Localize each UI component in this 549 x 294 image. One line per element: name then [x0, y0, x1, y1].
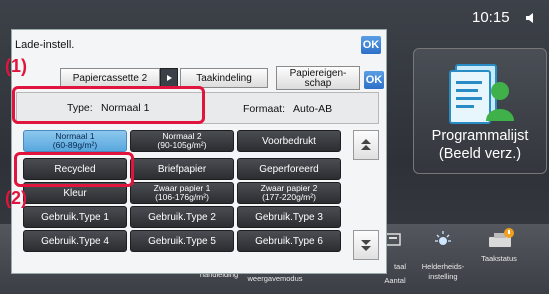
program-list-label: Programmalijst (Beeld verz.)	[431, 128, 529, 162]
format-label: Formaat:	[243, 103, 286, 115]
job-status-label[interactable]: Taakstatus	[474, 254, 524, 264]
dialog-ok-button[interactable]: OK	[361, 36, 381, 54]
job-status-icon[interactable]	[486, 228, 516, 250]
clock: 10:15	[472, 9, 510, 26]
paper-type-button[interactable]: Zwaar papier 1 (106-176g/m²)	[130, 182, 234, 204]
dialog-title: Lade-instell.	[15, 39, 75, 51]
screen: 10:15 handleiding weergavemodus taal Aan…	[0, 0, 549, 294]
tab-job-assignment[interactable]: Taakindeling	[180, 68, 268, 88]
callout-2-box	[14, 152, 134, 187]
paper-type-button[interactable]: Normaal 1 (60-89g/m²)	[23, 130, 127, 152]
paper-type-button[interactable]: Gebruik.Type 1	[23, 206, 127, 228]
scroll-up-button[interactable]	[353, 130, 379, 160]
double-chevron-up-icon	[361, 139, 371, 150]
double-chevron-down-icon	[361, 240, 371, 251]
callout-1-number: (1)	[5, 56, 27, 76]
paper-type-button[interactable]: Gebruik.Type 2	[130, 206, 234, 228]
count-label: Aantal	[384, 276, 406, 285]
paper-type-button[interactable]: Gebruik.Type 4	[23, 230, 127, 252]
paper-properties-ok-button[interactable]: OK	[364, 71, 384, 89]
brightness-label[interactable]: Helderheids- instelling	[416, 262, 470, 282]
speaker-icon	[526, 13, 533, 23]
callout-2-number: (2)	[5, 188, 27, 208]
scroll-down-button[interactable]	[353, 230, 379, 260]
paper-type-button[interactable]: Voorbedrukt	[237, 130, 341, 152]
format-value: Auto-AB	[293, 103, 333, 115]
callout-1-box	[12, 86, 205, 124]
brightness-icon[interactable]	[432, 228, 454, 250]
tray-next-button[interactable]	[160, 68, 178, 88]
paper-type-button[interactable]: Normaal 2 (90-105g/m²)	[130, 130, 234, 152]
paper-type-button[interactable]: Gebruik.Type 6	[237, 230, 341, 252]
paper-type-button[interactable]: Briefpapier	[130, 158, 234, 180]
program-list-tile[interactable]: Programmalijst (Beeld verz.)	[413, 48, 547, 174]
tab-paper-tray[interactable]: Papiercassette 2	[60, 68, 160, 88]
chevron-right-icon	[167, 75, 172, 81]
paper-type-button[interactable]: Zwaar papier 2 (177-220g/m²)	[237, 182, 341, 204]
display-mode-label: weergavemodus	[247, 274, 303, 283]
program-list-icon	[449, 64, 514, 124]
tab-paper-properties[interactable]: Papiereigen- schap	[276, 66, 360, 90]
paper-type-button[interactable]: Gebruik.Type 3	[237, 206, 341, 228]
paper-type-button[interactable]: Geperforeerd	[237, 158, 341, 180]
paper-type-button[interactable]: Gebruik.Type 5	[130, 230, 234, 252]
